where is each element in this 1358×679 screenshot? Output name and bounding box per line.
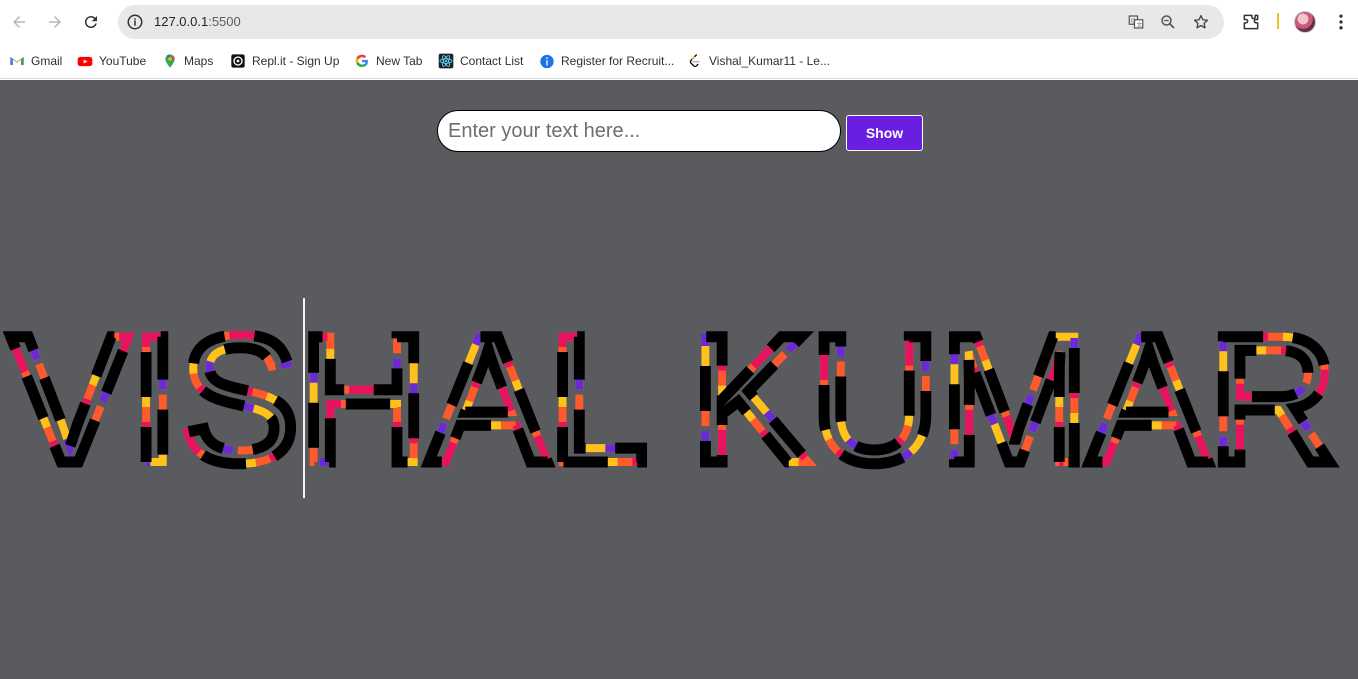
- bookmarks-bar: Gmail YouTube Maps Repl.it - Sign Up New…: [0, 44, 1358, 79]
- bookmark-label: Vishal_Kumar11 - Le...: [709, 54, 830, 68]
- bookmark-label: New Tab: [376, 54, 423, 68]
- page-content: Show VISHAL KUMAR VISHAL KUMAR VISHAL KU…: [0, 80, 1358, 679]
- bookmark-youtube[interactable]: YouTube: [77, 50, 146, 72]
- back-button[interactable]: [5, 8, 33, 36]
- bookmark-register[interactable]: Register for Recruit...: [539, 50, 674, 72]
- display-text-area: VISHAL KUMAR VISHAL KUMAR VISHAL KUMAR V…: [0, 292, 1358, 526]
- google-icon: [354, 53, 370, 69]
- animated-text-svg: VISHAL KUMAR VISHAL KUMAR VISHAL KUMAR V…: [5, 292, 1344, 507]
- bookmark-label: YouTube: [99, 54, 147, 68]
- address-bar[interactable]: 127.0.0.1:5500 G 文: [118, 5, 1224, 39]
- more-menu-icon[interactable]: [1330, 11, 1352, 33]
- bookmark-contact-list[interactable]: Contact List: [438, 50, 523, 72]
- back-arrow-icon: [13, 16, 25, 28]
- bookmark-gmail[interactable]: Gmail: [9, 50, 62, 72]
- profile-divider: [1277, 13, 1279, 29]
- svg-text:G: G: [1131, 18, 1135, 24]
- browser-toolbar: 127.0.0.1:5500 G 文: [0, 0, 1358, 44]
- bookmark-label: Contact List: [460, 54, 524, 68]
- show-button[interactable]: Show: [846, 115, 923, 151]
- zoom-icon[interactable]: [1158, 12, 1178, 32]
- bookmark-label: Repl.it - Sign Up: [252, 54, 340, 68]
- bookmark-replit[interactable]: Repl.it - Sign Up: [230, 50, 339, 72]
- bookmark-label: Gmail: [31, 54, 63, 68]
- reload-icon: [84, 16, 97, 29]
- text-cursor: [303, 298, 305, 498]
- bookmark-leetcode[interactable]: Vishal_Kumar11 - Le...: [687, 50, 830, 72]
- forward-arrow-icon: [49, 16, 61, 28]
- react-icon: [438, 53, 454, 69]
- bookmark-label: Maps: [184, 54, 214, 68]
- url-port: :5500: [208, 14, 241, 29]
- leetcode-icon: [687, 53, 703, 69]
- translate-icon[interactable]: G 文: [1126, 12, 1146, 32]
- display-text-layer-black: VISHAL KUMAR: [10, 297, 1338, 501]
- gmail-icon: [9, 53, 25, 69]
- youtube-icon: [77, 53, 93, 69]
- bookmark-new-tab[interactable]: New Tab: [354, 50, 422, 72]
- bookmark-maps[interactable]: Maps: [162, 50, 213, 72]
- bookmark-label: Register for Recruit...: [561, 54, 675, 68]
- bookmark-star-icon[interactable]: [1191, 12, 1211, 32]
- reload-button[interactable]: [77, 8, 105, 36]
- extensions-icon[interactable]: [1240, 11, 1262, 33]
- site-info-icon[interactable]: [125, 12, 145, 32]
- profile-avatar[interactable]: [1294, 11, 1316, 33]
- text-input[interactable]: [437, 110, 841, 152]
- url-text[interactable]: 127.0.0.1:5500: [154, 14, 241, 29]
- forward-button[interactable]: [41, 8, 69, 36]
- info-circle-icon: [539, 53, 555, 69]
- replit-icon: [230, 53, 246, 69]
- maps-icon: [162, 53, 178, 69]
- url-host: 127.0.0.1: [154, 14, 209, 29]
